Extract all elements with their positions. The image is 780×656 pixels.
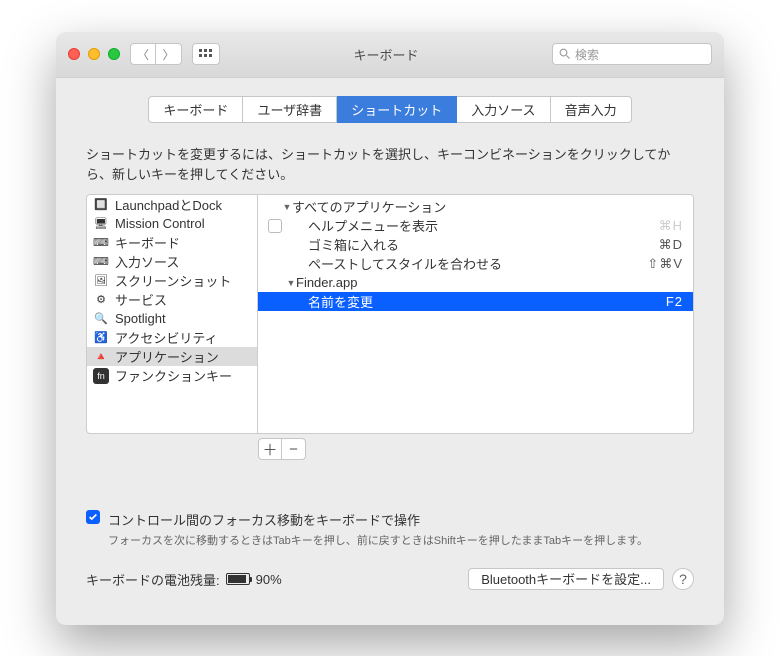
bottom-bar: キーボードの電池残量: 90% Bluetoothキーボードを設定... ? [86, 568, 694, 590]
tabbar: キーボード ユーザ辞書 ショートカット 入力ソース 音声入力 [86, 96, 694, 123]
disclosure-icon[interactable]: ▼ [286, 278, 296, 288]
tab-keyboard[interactable]: キーボード [148, 96, 243, 123]
instruction-text: ショートカットを変更するには、ショートカットを選択し、キーコンビネーションをクリ… [86, 145, 694, 187]
content: キーボード ユーザ辞書 ショートカット 入力ソース 音声入力 ショートカットを変… [56, 78, 724, 625]
search-placeholder: 検索 [575, 46, 599, 63]
shortcut-key[interactable]: ⌘H [659, 218, 683, 234]
remove-button[interactable]: − [282, 438, 306, 460]
shortcut-row[interactable]: ゴミ箱に入れる ⌘D [258, 235, 693, 254]
bluetooth-setup-button[interactable]: Bluetoothキーボードを設定... [468, 568, 664, 590]
minimize-icon[interactable] [88, 48, 100, 60]
shortcut-key[interactable]: F2 [666, 294, 683, 309]
close-icon[interactable] [68, 48, 80, 60]
sidebar-item-spotlight[interactable]: 🔍Spotlight [87, 309, 257, 328]
tab-dictation[interactable]: 音声入力 [551, 96, 632, 123]
accessibility-icon: ♿ [93, 330, 109, 346]
show-all-button[interactable] [192, 43, 220, 65]
focus-hint: フォーカスを次に移動するときはTabキーを押し、前に戻すときはShiftキーを押… [108, 532, 648, 548]
sidebar-item-input[interactable]: ⌨入力ソース [87, 252, 257, 271]
add-button[interactable]: ＋ [258, 438, 282, 460]
window-title: キーボード [230, 45, 542, 64]
launchpad-icon: 🔲 [93, 197, 109, 213]
lists-area: 🔲LaunchpadとDock 🖥Mission Control ⌨キーボード … [86, 194, 694, 434]
shortcut-key[interactable]: ⌘D [659, 237, 683, 253]
tab-inputsources[interactable]: 入力ソース [457, 96, 550, 123]
nav-buttons: 〈 〉 [130, 43, 182, 65]
sidebar-item-applications[interactable]: 🔺アプリケーション [87, 347, 257, 366]
battery-icon [226, 573, 250, 585]
sidebar-item-fnkeys[interactable]: fnファンクションキー [87, 366, 257, 385]
traffic-lights [68, 48, 120, 60]
sidebar-item-screenshot[interactable]: 🖼スクリーンショット [87, 271, 257, 290]
spotlight-icon: 🔍 [93, 311, 109, 327]
input-icon: ⌨ [93, 254, 109, 270]
group-finder[interactable]: ▼ Finder.app [258, 273, 693, 292]
grid-icon [199, 49, 213, 59]
screenshot-icon: 🖼 [93, 273, 109, 289]
back-button[interactable]: 〈 [130, 43, 156, 65]
zoom-icon[interactable] [108, 48, 120, 60]
tab-userdict[interactable]: ユーザ辞書 [243, 96, 337, 123]
tab-shortcuts[interactable]: ショートカット [337, 96, 457, 123]
shortcuts-pane: ▼ すべてのアプリケーション ヘルプメニューを表示 ⌘H ゴミ箱に入れる ⌘D … [258, 194, 694, 434]
shortcuts-tree[interactable]: ▼ すべてのアプリケーション ヘルプメニューを表示 ⌘H ゴミ箱に入れる ⌘D … [258, 195, 693, 433]
gear-icon: ⚙ [93, 292, 109, 308]
preferences-window: 〈 〉 キーボード 検索 キーボード ユーザ辞書 ショートカット 入力ソース 音… [56, 32, 724, 625]
fn-icon: fn [93, 368, 109, 384]
check-icon [88, 512, 98, 522]
keyboard-focus-option: コントロール間のフォーカス移動をキーボードで操作 フォーカスを次に移動するときは… [86, 510, 694, 548]
forward-button[interactable]: 〉 [156, 43, 182, 65]
apps-icon: 🔺 [93, 349, 109, 365]
category-sidebar[interactable]: 🔲LaunchpadとDock 🖥Mission Control ⌨キーボード … [86, 194, 258, 434]
titlebar: 〈 〉 キーボード 検索 [56, 32, 724, 78]
search-input[interactable]: 検索 [552, 43, 712, 65]
sidebar-item-keyboard[interactable]: ⌨キーボード [87, 233, 257, 252]
checkbox[interactable] [268, 219, 282, 233]
add-remove-buttons: ＋ − [258, 434, 694, 460]
shortcut-row[interactable]: 名前を変更 F2 [258, 292, 693, 311]
sidebar-item-accessibility[interactable]: ♿アクセシビリティ [87, 328, 257, 347]
battery-status: キーボードの電池残量: 90% [86, 570, 282, 589]
sidebar-item-services[interactable]: ⚙サービス [87, 290, 257, 309]
shortcut-row[interactable]: ペーストしてスタイルを合わせる ⇧⌘V [258, 254, 693, 273]
sidebar-item-launchpad[interactable]: 🔲LaunchpadとDock [87, 195, 257, 214]
focus-label: コントロール間のフォーカス移動をキーボードで操作 [108, 510, 648, 529]
group-all-apps[interactable]: ▼ すべてのアプリケーション [258, 197, 693, 216]
help-button[interactable]: ? [672, 568, 694, 590]
shortcut-key[interactable]: ⇧⌘V [647, 256, 683, 272]
sidebar-item-mission[interactable]: 🖥Mission Control [87, 214, 257, 233]
keyboard-icon: ⌨ [93, 235, 109, 251]
disclosure-icon[interactable]: ▼ [282, 202, 292, 212]
shortcut-row[interactable]: ヘルプメニューを表示 ⌘H [258, 216, 693, 235]
mission-icon: 🖥 [93, 216, 109, 232]
checkbox[interactable] [86, 510, 100, 524]
search-icon [559, 48, 571, 60]
